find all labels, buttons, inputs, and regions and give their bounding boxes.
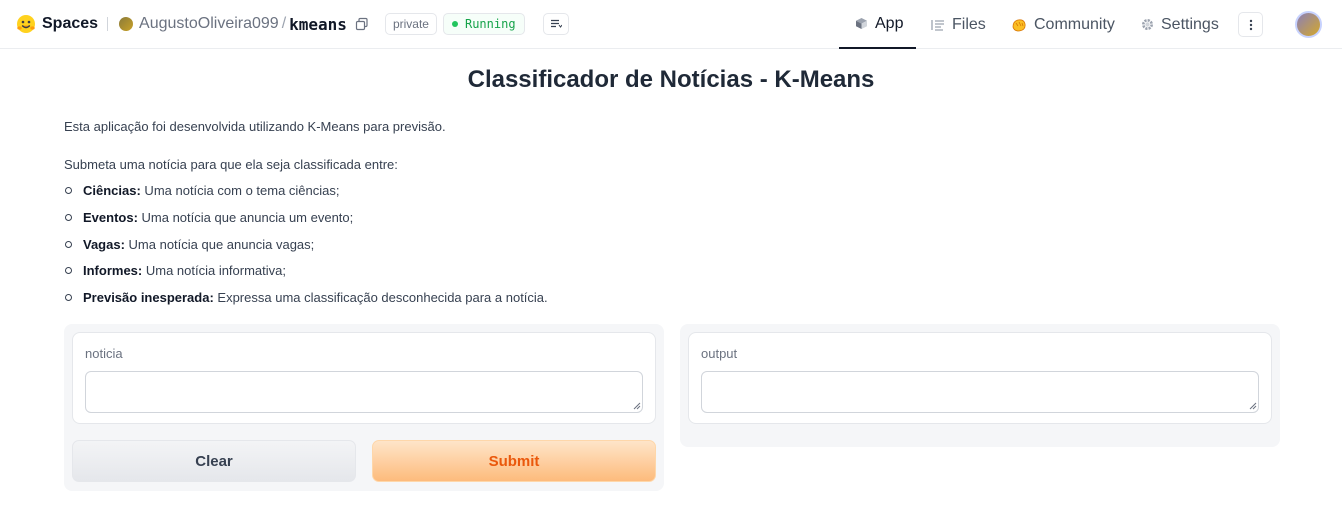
category-description: Uma notícia que anuncia vagas; <box>124 236 315 252</box>
category-name: Previsão inesperada: <box>83 290 214 306</box>
user-avatar[interactable] <box>1295 11 1322 38</box>
submit-button[interactable]: Submit <box>372 440 656 482</box>
space-header: Spaces AugustoOliveira099 / kmeans priva… <box>16 0 569 48</box>
category-description: Uma notícia com o tema ciências; <box>140 183 340 198</box>
hand-wave-icon <box>1011 18 1027 32</box>
gear-icon <box>1141 18 1154 31</box>
output-textarea[interactable] <box>701 371 1259 413</box>
category-description: Uma notícia que anuncia um evento; <box>137 209 354 225</box>
app-description: Esta aplicação foi desenvolvida utilizan… <box>64 119 446 134</box>
cube-icon <box>855 17 868 30</box>
files-icon <box>931 19 945 31</box>
tab-files-label: Files <box>952 15 986 33</box>
tab-settings[interactable]: Settings <box>1141 0 1219 49</box>
noticia-label: noticia <box>85 346 123 361</box>
status-text: Running <box>464 17 516 31</box>
category-name: Vagas: <box>83 236 125 252</box>
tab-app-label: App <box>875 14 904 32</box>
spaces-link[interactable]: Spaces <box>42 15 98 33</box>
path-separator: / <box>281 15 287 32</box>
list-item: Ciências: Uma notícia com o tema ciência… <box>64 182 548 209</box>
visibility-badge: private <box>384 13 437 35</box>
noticia-textarea[interactable] <box>85 371 643 413</box>
category-list: Ciências: Uma notícia com o tema ciência… <box>64 182 548 316</box>
status-dot-icon <box>451 21 458 27</box>
tab-settings-label: Settings <box>1161 15 1219 33</box>
top-navbar: Spaces AugustoOliveira099 / kmeans priva… <box>0 0 1342 49</box>
category-description: Expressa uma classificação desconhecida … <box>213 290 548 306</box>
more-options-button[interactable] <box>1238 12 1263 37</box>
list-item: Informes: Uma notícia informativa; <box>64 262 548 289</box>
logs-button[interactable] <box>542 13 569 35</box>
list-item: Previsão inesperada: Expressa uma classi… <box>64 289 548 316</box>
status-badge[interactable]: Running <box>442 13 525 35</box>
list-item: Eventos: Uma notícia que anuncia um even… <box>64 209 548 236</box>
page-title: Classificador de Notícias - K-Means <box>467 66 875 93</box>
tab-community[interactable]: Community <box>1011 0 1115 49</box>
logs-icon <box>550 19 562 28</box>
clear-button[interactable]: Clear <box>72 440 356 482</box>
list-item: Vagas: Uma notícia que anuncia vagas; <box>64 236 548 263</box>
noticia-block: noticia <box>72 332 656 424</box>
divider <box>107 17 109 31</box>
category-description: Uma notícia informativa; <box>142 263 287 279</box>
tab-files[interactable]: Files <box>931 0 986 49</box>
vertical-dots-icon <box>1249 19 1252 30</box>
category-name: Eventos: <box>83 209 138 225</box>
tab-community-label: Community <box>1034 15 1115 33</box>
hugging-face-logo-icon[interactable] <box>16 14 36 34</box>
owner-avatar <box>119 17 134 31</box>
copy-icon[interactable] <box>355 17 369 31</box>
output-block: output <box>688 332 1272 424</box>
category-name: Ciências: <box>83 183 141 198</box>
tab-app[interactable]: App <box>839 0 916 49</box>
output-label: output <box>701 346 738 361</box>
resize-handle-icon[interactable] <box>633 402 641 410</box>
owner-link[interactable]: AugustoOliveira099 <box>139 15 279 33</box>
resize-handle-icon[interactable] <box>1249 402 1257 410</box>
repo-name-link[interactable]: kmeans <box>289 15 347 34</box>
category-name: Informes: <box>83 263 143 279</box>
app-instruction: Submeta uma notícia para que ela seja cl… <box>64 157 398 172</box>
